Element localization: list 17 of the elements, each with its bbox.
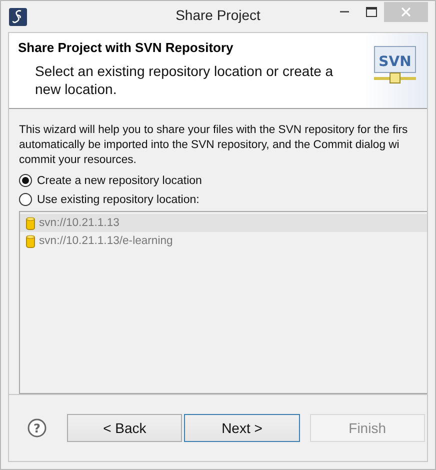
app-icon bbox=[9, 8, 27, 26]
minimize-icon bbox=[340, 10, 350, 14]
close-icon bbox=[401, 7, 411, 17]
repository-url: svn://10.21.1.13 bbox=[39, 217, 120, 229]
page-title: Share Project with SVN Repository bbox=[18, 40, 234, 55]
radio-option[interactable]: Use existing repository location: bbox=[19, 193, 427, 206]
help-icon[interactable]: ? bbox=[27, 418, 47, 438]
database-icon bbox=[26, 216, 35, 230]
window-title: Share Project bbox=[174, 7, 262, 23]
wizard-button[interactable]: < Back bbox=[67, 414, 182, 442]
radio-option[interactable]: Create a new repository location bbox=[19, 174, 427, 187]
page-description: Select an existing repository location or create a new location. bbox=[35, 62, 334, 98]
wizard-button[interactable]: Next > bbox=[184, 414, 300, 442]
maximize-icon bbox=[366, 7, 376, 17]
database-icon bbox=[26, 234, 35, 248]
intro-text: This wizard will help you to share your files with the SVN repository for the firs automatically be imported into the SVN repository, and the Commit dialog wi commit your resources. bbox=[19, 123, 409, 168]
repository-url: svn://10.21.1.13/e-learning bbox=[39, 235, 173, 247]
